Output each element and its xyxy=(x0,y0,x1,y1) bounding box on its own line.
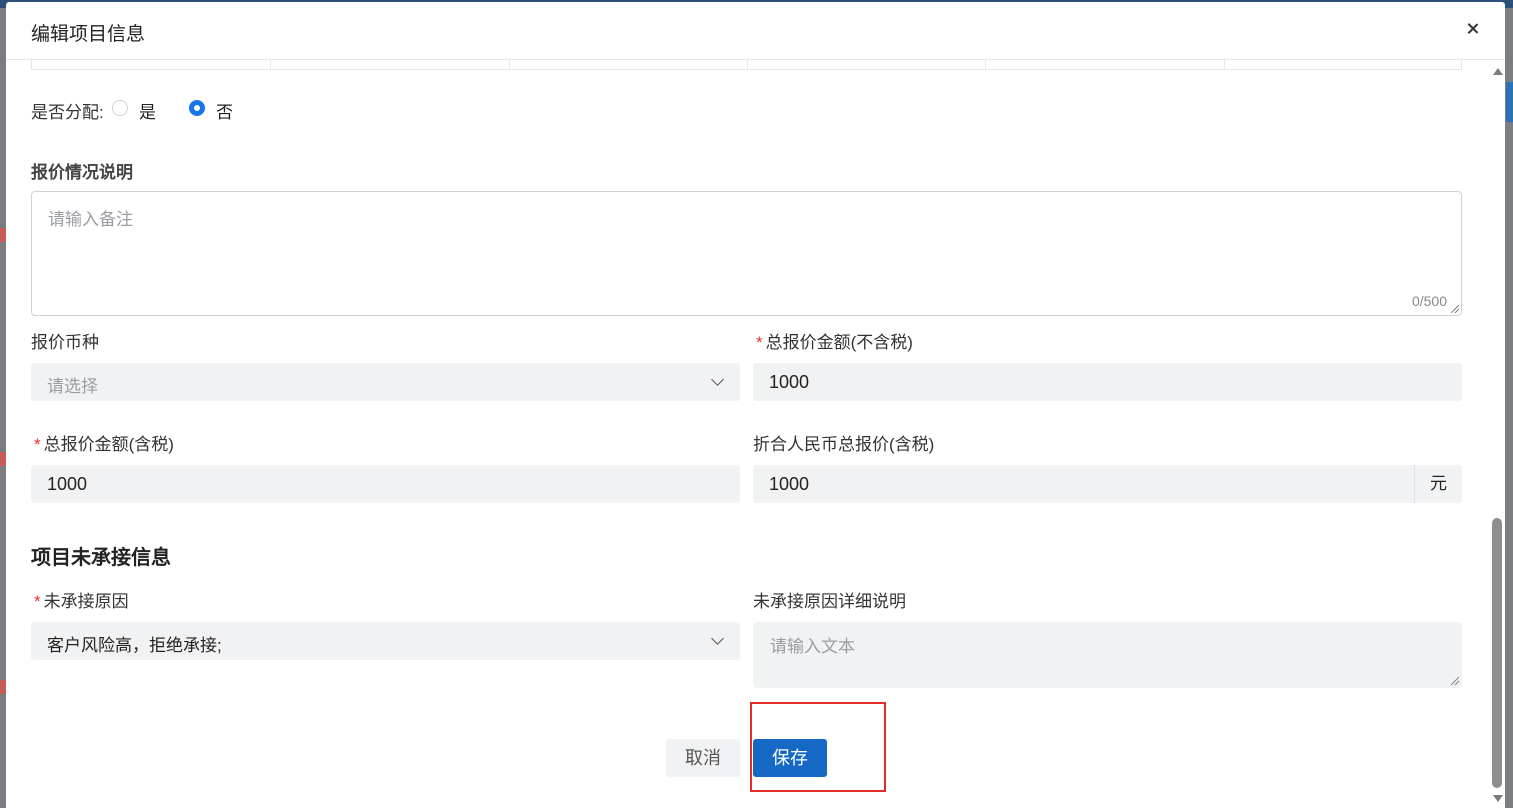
chevron-down-icon xyxy=(711,632,724,645)
reason-select[interactable]: 客户风险高，拒绝承接; xyxy=(31,622,740,660)
rmb-total-label: 折合人民币总报价(含税) xyxy=(753,435,935,454)
edit-project-dialog: 编辑项目信息 是否分配: 是 否 报价情况说明 请输入备注 0/500 报价币种… xyxy=(6,2,1505,808)
resize-handle-icon[interactable] xyxy=(1451,305,1459,313)
allocation-label: 是否分配: xyxy=(31,103,104,122)
scrollbar[interactable] xyxy=(1490,62,1505,808)
dialog-header: 编辑项目信息 xyxy=(6,2,1505,60)
required-star: * xyxy=(34,592,41,611)
quote-desc-textarea[interactable]: 请输入备注 0/500 xyxy=(31,191,1462,316)
close-icon[interactable] xyxy=(1462,18,1484,40)
required-star: * xyxy=(756,333,763,352)
currency-select[interactable]: 请选择 xyxy=(31,363,740,401)
reason-detail-label: 未承接原因详细说明 xyxy=(753,592,906,611)
allocation-radio-yes[interactable] xyxy=(112,100,128,116)
currency-placeholder: 请选择 xyxy=(47,377,98,396)
allocation-option-no-label[interactable]: 否 xyxy=(216,98,233,123)
char-counter: 0/500 xyxy=(1411,293,1447,309)
table-fragment xyxy=(31,60,1462,70)
currency-label: 报价币种 xyxy=(31,333,99,352)
dialog-title: 编辑项目信息 xyxy=(31,24,146,45)
reason-detail-textarea[interactable]: 请输入文本 xyxy=(753,622,1462,688)
section-title: 项目未承接信息 xyxy=(31,547,171,569)
total-excl-tax-label: * 总报价金额(不含税) xyxy=(756,333,913,352)
rmb-total-input[interactable]: 1000 元 xyxy=(753,465,1462,503)
resize-handle-icon[interactable] xyxy=(1451,677,1459,685)
total-incl-tax-input[interactable]: 1000 xyxy=(31,465,740,503)
reason-detail-placeholder: 请输入文本 xyxy=(770,637,855,656)
scroll-up-icon[interactable] xyxy=(1493,68,1503,75)
total-incl-tax-label: * 总报价金额(含税) xyxy=(34,435,174,454)
rmb-total-value: 1000 xyxy=(769,474,810,494)
reason-label: * 未承接原因 xyxy=(34,592,129,611)
currency-unit-suffix: 元 xyxy=(1414,465,1462,503)
scrollbar-thumb[interactable] xyxy=(1492,518,1502,788)
allocation-radio-no[interactable] xyxy=(189,100,205,116)
reason-value: 客户风险高，拒绝承接; xyxy=(47,636,222,655)
chevron-down-icon xyxy=(711,373,724,386)
total-excl-tax-input[interactable]: 1000 xyxy=(753,363,1462,401)
total-excl-tax-value: 1000 xyxy=(769,372,810,392)
cancel-button[interactable]: 取消 xyxy=(666,739,740,777)
highlight-box xyxy=(750,702,886,792)
required-star: * xyxy=(34,435,41,454)
quote-desc-placeholder: 请输入备注 xyxy=(48,210,133,229)
background-accent xyxy=(1506,82,1513,122)
total-incl-tax-value: 1000 xyxy=(47,474,88,494)
quote-desc-label: 报价情况说明 xyxy=(31,163,133,182)
allocation-option-yes-label[interactable]: 是 xyxy=(139,98,156,123)
scroll-down-icon[interactable] xyxy=(1493,795,1503,802)
